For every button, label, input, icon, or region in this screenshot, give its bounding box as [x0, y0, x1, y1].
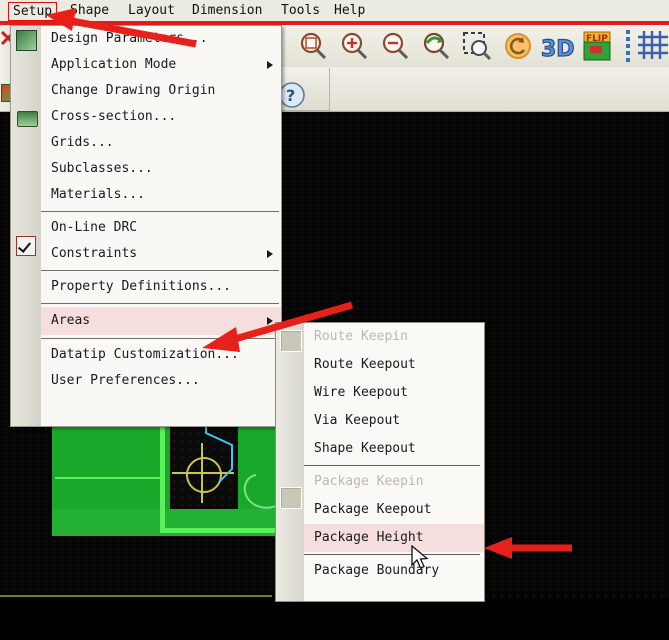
svg-text:?: ? [286, 86, 295, 105]
submenu-item-label: Wire Keepout [314, 385, 408, 400]
undo-icon[interactable] [501, 29, 535, 63]
package-keepin-gutter-box [280, 487, 302, 509]
design-parameters-gutter-icon [16, 30, 37, 51]
submenu-item-route-keepout[interactable]: Route Keepout [304, 351, 484, 379]
menu-item-label: Datatip Customization... [51, 347, 239, 362]
areas-submenu-list: Route Keepin Route Keepout Wire Keepout … [304, 323, 484, 601]
3d-view-icon[interactable]: 3D [540, 29, 575, 63]
route-keepin-gutter-box [280, 330, 302, 352]
menu-separator [41, 211, 279, 212]
toolbar-grip[interactable] [626, 30, 630, 62]
areas-submenu[interactable]: Route Keepin Route Keepout Wire Keepout … [275, 322, 485, 602]
menu-item-areas[interactable]: Areas [41, 307, 281, 335]
submenu-item-wire-keepout[interactable]: Wire Keepout [304, 379, 484, 407]
submenu-item-label: Route Keepin [314, 329, 408, 344]
menu-item-label: Grids... [51, 135, 114, 150]
submenu-item-package-keepin[interactable]: Package Keepin [304, 468, 484, 496]
menu-item-label: Areas [51, 313, 91, 328]
menu-item-on-line-drc[interactable]: On-Line DRC [41, 215, 281, 241]
board-outline [0, 595, 272, 597]
copper-shape [52, 421, 170, 496]
submenu-item-label: Via Keepout [314, 413, 401, 428]
menu-item-grids[interactable]: Grids... [41, 130, 281, 156]
submenu-item-label: Route Keepout [314, 357, 416, 372]
submenu-item-route-keepin[interactable]: Route Keepin [304, 323, 484, 351]
menu-item-label: Application Mode [51, 57, 177, 72]
menu-separator [41, 303, 279, 304]
menu-item-label: On-Line DRC [51, 220, 138, 235]
menu-item-application-mode[interactable]: Application Mode [41, 52, 281, 78]
menu-item-materials[interactable]: Materials... [41, 182, 281, 208]
submenu-icon-gutter [276, 323, 304, 601]
submenu-separator [304, 465, 480, 466]
menu-item-datatip-customization[interactable]: Datatip Customization... [41, 342, 281, 368]
menu-item-label: Design Parameters... [51, 31, 208, 46]
menu-item-label: User Preferences... [51, 373, 200, 388]
setup-menu-list: Design Parameters... Application Mode Ch… [41, 26, 281, 426]
menubar-item-tools[interactable]: Tools [277, 2, 324, 19]
chevron-right-icon [267, 61, 273, 69]
menu-item-label: Change Drawing Origin [51, 83, 216, 98]
menu-item-label: Property Definitions... [51, 279, 232, 294]
zoom-selection-icon[interactable] [460, 29, 494, 63]
menu-icon-gutter [11, 26, 41, 426]
menu-item-label: Subclasses... [51, 161, 153, 176]
zoom-in-icon[interactable] [337, 29, 371, 63]
menu-item-constraints[interactable]: Constraints [41, 241, 281, 267]
menu-item-cross-section[interactable]: Cross-section... [41, 104, 281, 130]
menu-item-label: Constraints [51, 246, 138, 261]
menu-item-subclasses[interactable]: Subclasses... [41, 156, 281, 182]
submenu-item-label: Package Height [314, 530, 424, 545]
submenu-item-package-boundary[interactable]: Package Boundary [304, 557, 484, 585]
submenu-separator [304, 554, 480, 555]
menu-item-label: Materials... [51, 187, 145, 202]
on-line-drc-checkbox[interactable] [16, 236, 36, 256]
menu-item-change-drawing-origin[interactable]: Change Drawing Origin [41, 78, 281, 104]
submenu-item-shape-keepout[interactable]: Shape Keepout [304, 435, 484, 463]
menu-item-design-parameters[interactable]: Design Parameters... [41, 26, 281, 52]
zoom-fit-icon[interactable] [296, 29, 330, 63]
application-window: 3D FLIP ? Setup Shape Layout Dimension T… [0, 0, 669, 640]
menu-item-property-definitions[interactable]: Property Definitions... [41, 274, 281, 300]
submenu-item-label: Shape Keepout [314, 441, 416, 456]
menu-item-user-preferences[interactable]: User Preferences... [41, 368, 281, 394]
menubar-item-layout[interactable]: Layout [124, 2, 179, 19]
chevron-right-icon [267, 317, 273, 325]
zoom-previous-icon[interactable] [419, 29, 453, 63]
menu-separator [41, 270, 279, 271]
submenu-item-package-keepout[interactable]: Package Keepout [304, 496, 484, 524]
menubar-item-dimension[interactable]: Dimension [188, 2, 266, 19]
cross-section-gutter-icon [17, 111, 38, 127]
submenu-item-label: Package Keepin [314, 474, 424, 489]
flip-design-icon[interactable]: FLIP [580, 29, 614, 63]
mouse-cursor [411, 544, 431, 577]
submenu-item-via-keepout[interactable]: Via Keepout [304, 407, 484, 435]
grid-toggle-icon[interactable] [638, 29, 669, 63]
setup-dropdown-menu[interactable]: Design Parameters... Application Mode Ch… [10, 25, 282, 427]
menubar-item-setup[interactable]: Setup [8, 2, 58, 21]
svg-text:3D: 3D [541, 37, 575, 62]
zoom-out-icon[interactable] [378, 29, 412, 63]
menubar: Setup Shape Layout Dimension Tools Help [0, 0, 669, 21]
menubar-item-shape[interactable]: Shape [66, 2, 113, 19]
menubar-item-help[interactable]: Help [330, 2, 369, 19]
menu-item-label: Cross-section... [51, 109, 177, 124]
submenu-item-label: Package Keepout [314, 502, 432, 517]
chevron-right-icon [267, 250, 273, 258]
submenu-item-package-height[interactable]: Package Height [304, 524, 484, 552]
menu-separator [41, 338, 279, 339]
highlight-trace-stub [55, 477, 163, 479]
